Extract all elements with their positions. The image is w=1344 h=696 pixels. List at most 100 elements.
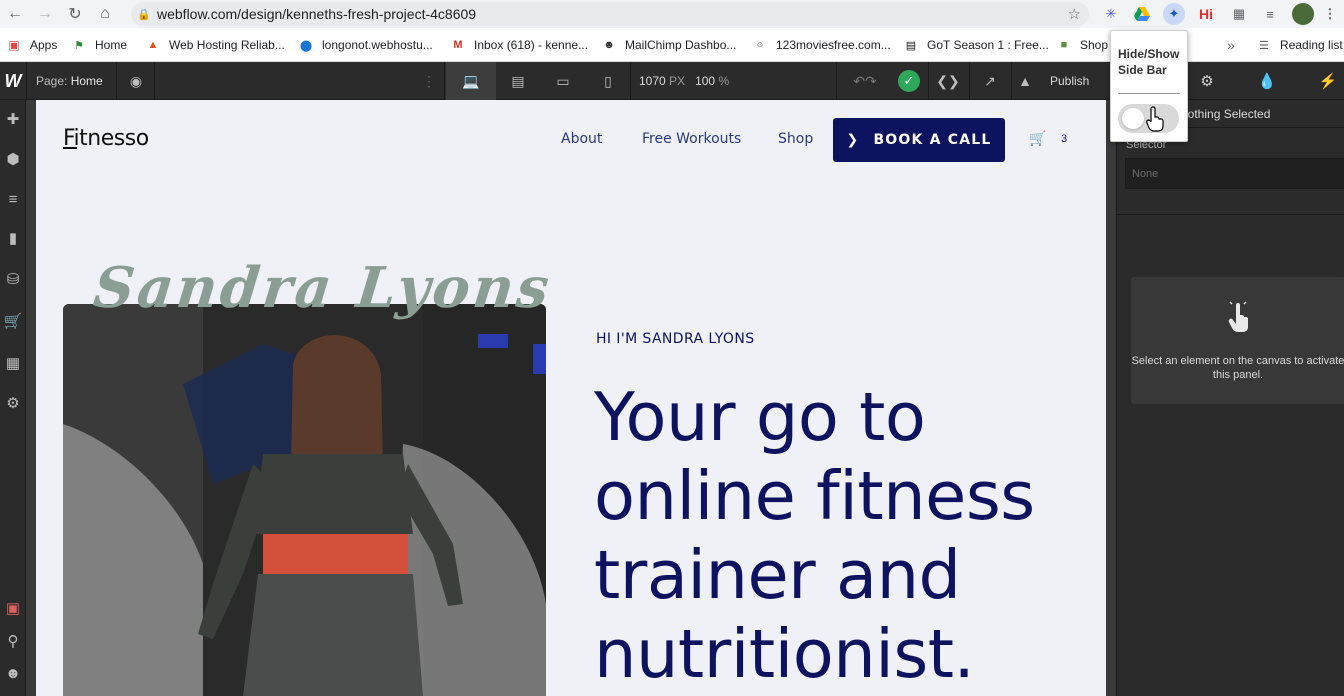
interactions-drops-icon[interactable]: 💧 <box>1249 62 1285 100</box>
canvas-gutter-right <box>1106 100 1116 696</box>
add-element-icon[interactable]: ✚ <box>0 106 26 132</box>
reload-icon[interactable]: ↻ <box>60 0 90 28</box>
save-status-check-icon: ✓ <box>893 62 925 100</box>
bookmark-123movies[interactable]: ○ 123moviesfree.com... <box>752 36 891 54</box>
bookmark-label: 123moviesfree.com... <box>776 38 891 52</box>
bookmark-gmail[interactable]: M Inbox (618) - kenne... <box>450 36 588 54</box>
bookmark-label: Shop <box>1080 38 1109 52</box>
zoom-value: 100 <box>695 74 716 88</box>
puzzle-extension-active-icon[interactable]: ✦ <box>1163 3 1185 25</box>
book-a-call-button[interactable]: ❯ BOOK A CALL <box>833 118 1005 162</box>
extensions-puzzle-icon[interactable]: ▦ <box>1229 4 1249 24</box>
cart-icon[interactable]: 🛒 <box>1029 130 1046 147</box>
assets-icon[interactable]: ▦ <box>0 350 26 376</box>
home-bookmark-icon: ⚑ <box>74 39 84 52</box>
hi-extension-icon[interactable]: Hi <box>1196 4 1216 24</box>
export-icon[interactable]: ↗ <box>970 62 1010 100</box>
search-icon[interactable]: ⚲ <box>0 628 26 654</box>
back-icon[interactable]: ← <box>0 0 30 28</box>
reading-list-button[interactable]: ☰ Reading list <box>1256 36 1343 54</box>
cart-count: 3 <box>1061 133 1068 145</box>
webflow-logo[interactable]: W <box>0 62 26 100</box>
desktop-breakpoint-icon[interactable]: 💻 <box>446 62 496 100</box>
hero-photo <box>63 304 546 696</box>
bookmark-label: Web Hosting Reliab... <box>169 38 285 52</box>
bookmark-shop[interactable]: ■ Shop <box>1056 36 1108 54</box>
bookmark-longonot[interactable]: ⬤ longonot.webhostu... <box>298 36 433 54</box>
canvas-width: 1070 <box>639 74 666 88</box>
logo-underline <box>63 147 77 149</box>
tablet-breakpoint-icon[interactable]: ▤ <box>496 62 540 100</box>
bookmark-home[interactable]: ⚑ Home <box>71 36 127 54</box>
site-logo[interactable]: Fitnesso <box>63 126 149 151</box>
hand-cursor-icon <box>1146 106 1164 132</box>
bookmark-label: Home <box>95 38 128 52</box>
zoom-unit: % <box>718 74 730 88</box>
bookmark-label: GoT Season 1 : Free... <box>927 38 1049 52</box>
divider <box>444 62 445 100</box>
google-drive-icon[interactable] <box>1132 4 1152 24</box>
divider <box>836 62 837 100</box>
bookmark-got[interactable]: ▤ GoT Season 1 : Free... <box>903 36 1049 54</box>
settings-tab-gear-icon[interactable]: ⚙ <box>1189 62 1225 100</box>
navigator-icon[interactable]: ≡ <box>0 186 26 212</box>
mobile-landscape-breakpoint-icon[interactable]: ▭ <box>540 62 586 100</box>
collaborators-icon[interactable]: ☻ <box>0 660 26 686</box>
nav-link-shop[interactable]: Shop <box>778 131 813 147</box>
bookmark-apps[interactable]: ▣ Apps <box>6 36 57 54</box>
hosting-icon: ▲ <box>147 39 159 51</box>
empty-state-card: Select an element on the canvas to activ… <box>1131 277 1344 404</box>
pages-icon[interactable]: ▮ <box>0 225 26 251</box>
preview-eye-icon[interactable]: ◉ <box>118 62 154 100</box>
shopify-icon: ■ <box>1060 39 1068 51</box>
globe-icon: ○ <box>756 39 764 51</box>
divider <box>1117 214 1344 215</box>
lock-icon: 🔒 <box>137 8 151 21</box>
settings-gear-icon[interactable]: ⚙ <box>0 390 26 416</box>
undo-redo-icon[interactable]: ↶↷ <box>840 62 890 100</box>
mobile-portrait-breakpoint-icon[interactable]: ▯ <box>586 62 630 100</box>
bookmark-label: MailChimp Dashbo... <box>625 38 737 52</box>
publish-label: Publish <box>1050 74 1090 88</box>
publish-button[interactable]: Publish <box>1050 74 1089 88</box>
selector-input[interactable]: None <box>1125 158 1344 189</box>
address-bar[interactable]: 🔒 webflow.com/design/kenneths-fresh-proj… <box>131 2 1089 26</box>
hero-headline: Your go to online fitness trainer and nu… <box>594 378 1035 693</box>
pointer-hand-icon <box>1228 301 1248 332</box>
media-queue-icon[interactable]: ≡ <box>1260 4 1280 24</box>
divider <box>1011 62 1012 100</box>
divider <box>116 62 117 100</box>
forward-icon[interactable]: → <box>30 0 60 28</box>
chevron-right-icon: ❯ <box>846 132 860 148</box>
bookmark-mailchimp[interactable]: ☻ MailChimp Dashbo... <box>601 36 736 54</box>
ecommerce-cart-icon[interactable]: 🛒 <box>0 308 26 334</box>
chrome-menu-icon[interactable]: ⋮ <box>1320 4 1340 24</box>
canvas-gutter-left <box>26 100 36 696</box>
bookmark-star-icon[interactable]: ☆ <box>1068 5 1081 23</box>
popup-divider <box>1118 93 1180 94</box>
canvas-size-readout: 1070 PX 100 % <box>639 74 729 88</box>
more-options-icon[interactable]: ⋮ <box>414 62 444 100</box>
extension-asterisk-icon[interactable]: ✳ <box>1101 4 1121 24</box>
url-text: webflow.com/design/kenneths-fresh-projec… <box>157 6 477 22</box>
record-icon[interactable]: ▣ <box>0 595 26 621</box>
got-icon: ▤ <box>905 39 917 52</box>
more-bookmarks-button[interactable]: » <box>1227 36 1235 54</box>
code-view-icon[interactable]: ❮❯ <box>929 62 967 100</box>
page-selector[interactable]: Page: Home <box>36 74 103 88</box>
more-bookmarks-label: » <box>1227 37 1235 53</box>
canvas[interactable]: Fitnesso About Free Workouts Shop ❯ BOOK… <box>36 100 1106 696</box>
canvas-width-unit: PX <box>669 74 686 88</box>
nav-link-about[interactable]: About <box>561 131 602 147</box>
cms-database-icon[interactable]: ⛁ <box>0 266 26 292</box>
home-icon[interactable]: ⌂ <box>90 0 120 28</box>
bookmark-label: Apps <box>30 38 58 52</box>
gmail-icon: M <box>453 39 463 51</box>
symbols-cube-icon[interactable]: ⬢ <box>0 146 26 172</box>
mailchimp-icon: ☻ <box>603 39 615 51</box>
profile-avatar[interactable] <box>1292 3 1314 25</box>
divider <box>154 62 155 100</box>
bookmark-web-hosting[interactable]: ▲ Web Hosting Reliab... <box>145 36 285 54</box>
lightning-icon[interactable]: ⚡ <box>1310 62 1344 100</box>
nav-link-free-workouts[interactable]: Free Workouts <box>642 131 741 147</box>
